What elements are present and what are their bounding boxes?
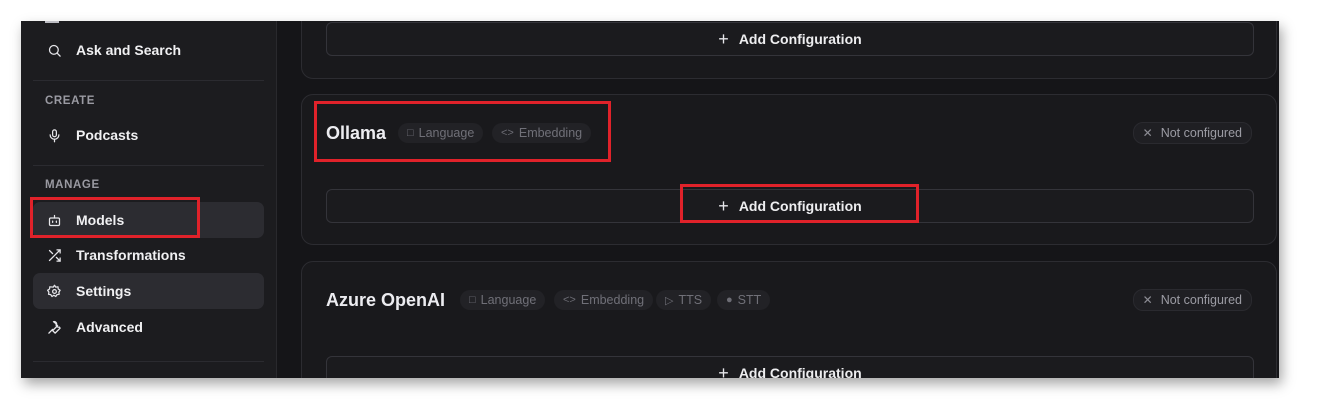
section-label-create: CREATE <box>45 95 96 107</box>
close-icon: ✕ <box>1142 293 1153 307</box>
plus-icon: + <box>718 363 729 378</box>
highlight-add-configuration <box>680 184 919 223</box>
provider-title: Azure OpenAI <box>326 290 446 310</box>
badge-label: Language <box>480 293 537 307</box>
badge-label: Embedding <box>580 293 645 307</box>
sidebar-top-fragment <box>45 21 59 23</box>
capability-badge-embedding: <> Embedding <box>554 290 654 310</box>
highlight-ollama-header <box>314 101 611 162</box>
badge-label: STT <box>737 293 762 307</box>
plus-icon: + <box>718 29 729 49</box>
gear-icon <box>46 283 62 299</box>
close-icon: ✕ <box>1142 126 1153 140</box>
add-configuration-button[interactable]: + Add Configuration <box>326 356 1254 378</box>
microphone-icon <box>46 127 62 143</box>
app-screenshot: Ask and Search CREATE Podcasts MANAGE Mo… <box>21 21 1279 378</box>
status-label: Not configured <box>1160 126 1242 140</box>
sidebar-divider <box>33 165 264 166</box>
add-configuration-label: Add Configuration <box>738 31 862 47</box>
status-badge: ✕ Not configured <box>1132 122 1252 144</box>
badge-label: TTS <box>678 293 703 307</box>
sidebar-item-label: Transformations <box>76 247 186 263</box>
sidebar-item-settings[interactable]: Settings <box>33 273 264 309</box>
add-configuration-button[interactable]: + Add Configuration <box>326 22 1254 56</box>
provider-card-previous: + Add Configuration <box>301 21 1277 79</box>
code-icon: <> <box>563 294 576 306</box>
wrench-icon <box>46 319 62 335</box>
microphone-icon: ● <box>726 294 733 306</box>
search-icon <box>46 42 62 58</box>
provider-card-azure-openai: Azure OpenAI □ Language <> Embedding ▷ T… <box>301 261 1277 378</box>
highlight-models <box>30 197 200 238</box>
capability-badge-language: □ Language <box>460 290 546 310</box>
sidebar-item-label: Podcasts <box>76 127 139 143</box>
status-badge: ✕ Not configured <box>1132 289 1252 311</box>
shuffle-icon <box>46 247 62 263</box>
sidebar-item-ask-and-search[interactable]: Ask and Search <box>33 32 264 68</box>
speaker-icon: ▷ <box>665 294 674 307</box>
sidebar-item-label: Settings <box>76 283 132 299</box>
sidebar-divider <box>33 361 264 362</box>
section-label-manage: MANAGE <box>45 179 100 191</box>
message-icon: □ <box>469 294 476 306</box>
add-configuration-label: Add Configuration <box>738 365 862 378</box>
sidebar-item-podcasts[interactable]: Podcasts <box>33 117 264 153</box>
sidebar-item-transformations[interactable]: Transformations <box>33 237 264 273</box>
capability-badge-stt: ● STT <box>717 290 771 310</box>
sidebar-divider <box>33 80 264 81</box>
sidebar-item-label: Ask and Search <box>76 42 182 58</box>
sidebar-item-label: Advanced <box>76 319 143 335</box>
sidebar-item-advanced[interactable]: Advanced <box>33 309 264 345</box>
capability-badge-tts: ▷ TTS <box>656 290 712 310</box>
status-label: Not configured <box>1160 293 1242 307</box>
